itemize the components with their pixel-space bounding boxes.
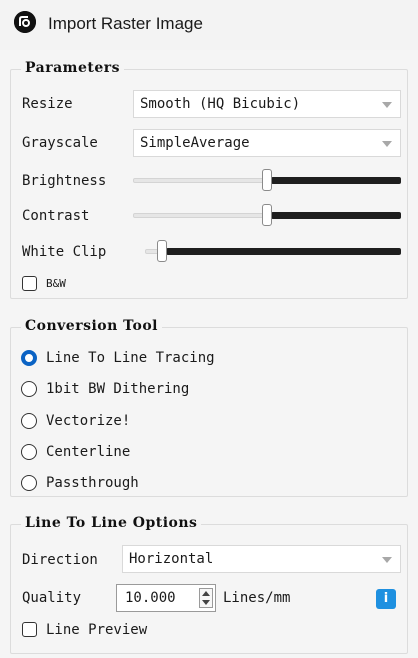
resize-select-value: Smooth (HQ Bicubic): [140, 96, 301, 112]
grayscale-label: Grayscale: [22, 135, 98, 151]
chevron-down-icon: [382, 557, 392, 563]
line-preview-checkbox[interactable]: [22, 622, 37, 637]
radio-1bit-bw-dithering[interactable]: [21, 381, 37, 397]
white-clip-label: White Clip: [22, 244, 107, 260]
slider-fill: [271, 177, 401, 184]
resize-label: Resize: [22, 96, 73, 112]
option-label: Passthrough: [46, 475, 139, 491]
conversion-tool-legend: Conversion Tool: [21, 318, 162, 334]
stepper-buttons[interactable]: [199, 588, 213, 608]
info-icon[interactable]: i: [376, 589, 396, 609]
line-preview-label: Line Preview: [46, 622, 148, 638]
chevron-down-icon: [382, 102, 392, 108]
slider-handle[interactable]: [157, 240, 167, 262]
radio-line-to-line-tracing[interactable]: [21, 350, 37, 366]
slider-track: [133, 178, 264, 183]
parameters-legend: Parameters: [21, 60, 125, 76]
caret-up-icon[interactable]: [202, 591, 210, 596]
slider-fill: [166, 248, 401, 255]
white-clip-slider[interactable]: [145, 240, 401, 264]
slider-handle[interactable]: [262, 204, 272, 226]
window-title: Import Raster Image: [48, 14, 203, 33]
option-label: Vectorize!: [46, 413, 131, 429]
chevron-down-icon: [382, 141, 392, 147]
contrast-label: Contrast: [22, 208, 90, 224]
option-label: 1bit BW Dithering: [46, 381, 190, 397]
line-options-legend: Line To Line Options: [21, 515, 202, 531]
contrast-slider[interactable]: [133, 204, 401, 228]
option-label: Line To Line Tracing: [46, 350, 215, 366]
title-bar: Import Raster Image: [0, 0, 418, 50]
grayscale-select[interactable]: SimpleAverage: [133, 129, 401, 157]
direction-label: Direction: [22, 552, 98, 568]
slider-track: [133, 213, 264, 218]
bw-label: B&W: [46, 277, 66, 290]
bw-checkbox[interactable]: [22, 276, 37, 291]
quality-unit: Lines/mm: [223, 590, 291, 606]
radio-centerline[interactable]: [21, 444, 37, 460]
resize-select[interactable]: Smooth (HQ Bicubic): [133, 90, 401, 118]
brightness-slider[interactable]: [133, 169, 401, 193]
slider-handle[interactable]: [262, 169, 272, 191]
quality-value: 10.000: [125, 590, 176, 606]
quality-label: Quality: [22, 590, 82, 606]
slider-fill: [271, 212, 401, 219]
brightness-label: Brightness: [22, 173, 107, 189]
direction-select[interactable]: Horizontal: [122, 545, 401, 573]
radio-vectorize[interactable]: [21, 413, 37, 429]
app-logo-icon: [14, 11, 36, 33]
radio-passthrough[interactable]: [21, 475, 37, 491]
grayscale-select-value: SimpleAverage: [140, 135, 250, 151]
caret-down-icon[interactable]: [202, 600, 210, 605]
quality-stepper[interactable]: 10.000: [116, 584, 216, 612]
option-label: Centerline: [46, 444, 131, 460]
dialog-body: Parameters Resize Smooth (HQ Bicubic) Gr…: [0, 50, 418, 658]
direction-select-value: Horizontal: [129, 551, 214, 567]
